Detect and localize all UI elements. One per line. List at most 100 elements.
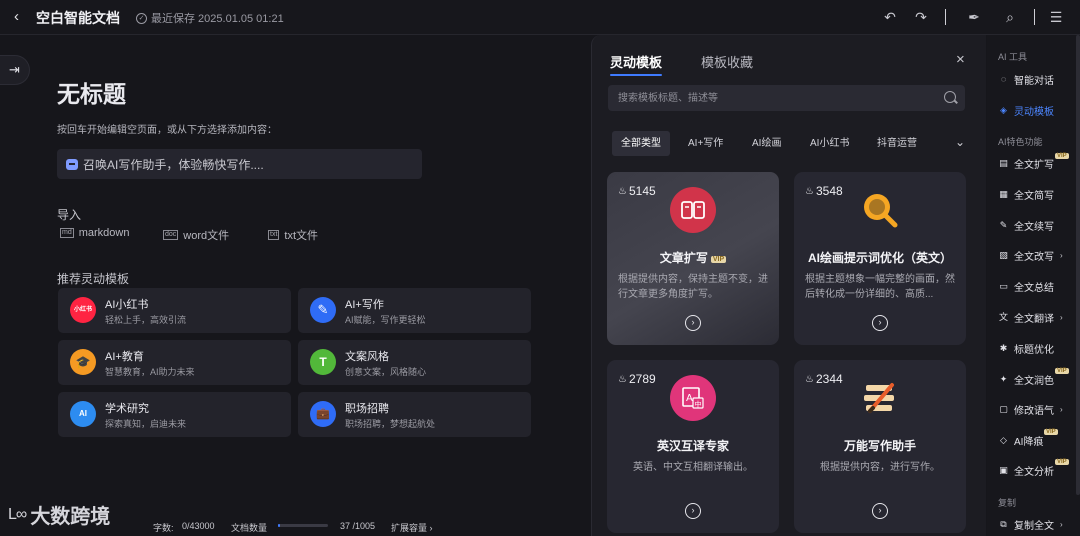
card-title-text: 英汉互译专家: [656, 439, 729, 453]
doc-count-progress: [278, 524, 328, 527]
title-icon: ✱: [999, 342, 1008, 353]
translate-icon: 文: [998, 311, 1008, 322]
template-card-recruitment[interactable]: 💼 职场招聘 职场招聘，梦想起航处: [298, 392, 531, 437]
rail-item-ai-reduce[interactable]: ◇ AI降痕: [998, 431, 1043, 449]
sidebar-toggle-icon[interactable]: ⇥: [0, 55, 30, 85]
fire-icon: ♨: [805, 373, 814, 385]
rail-item-copy-all[interactable]: ⧉ 复制全文 ›: [998, 515, 1063, 533]
import-markdown[interactable]: md markdown: [60, 227, 129, 239]
pen-icon[interactable]: ✒: [965, 8, 983, 26]
category-ai-writing[interactable]: AI+写作: [679, 131, 732, 156]
template-card-article-expand[interactable]: ♨ 5145 文章扩写 VIP 根据提供内容，保持主题不变，进行文章更多角度扩写。 …: [607, 172, 779, 345]
heat-value: 3548: [815, 184, 843, 198]
rail-item-label: 全文续写: [1014, 221, 1054, 233]
doc-count-progress-fill: [278, 524, 280, 527]
rail-item-label: 全文简写: [1014, 190, 1054, 202]
category-douyin[interactable]: 抖音运营: [868, 131, 926, 156]
rail-item-smart-chat[interactable]: ◌ 智能对话: [998, 70, 1054, 88]
text-style-icon: T: [310, 349, 336, 375]
copy-icon: ⧉: [1000, 518, 1007, 529]
svg-text:中: 中: [695, 400, 702, 409]
arrow-right-circle-icon[interactable]: ›: [872, 503, 888, 519]
document-title[interactable]: 空白智能文档: [36, 8, 120, 28]
rail-item-continue[interactable]: ✎ 全文续写: [998, 216, 1054, 234]
page-title[interactable]: 无标题: [57, 75, 126, 109]
arrow-right-circle-icon[interactable]: ›: [685, 503, 701, 519]
template-card-ai-painting-prompt[interactable]: ♨ 3548 AI绘画提示词优化（英文） 根据主题想象一幅完整的画面，然后转化成一…: [794, 172, 966, 345]
rail-item-expand[interactable]: ▤ 全文扩写: [998, 154, 1054, 172]
arrow-right-circle-icon[interactable]: ›: [872, 315, 888, 331]
import-label: markdown: [78, 227, 130, 239]
redo-icon[interactable]: ↷: [912, 8, 930, 26]
chevron-left-icon[interactable]: ‹: [14, 9, 28, 25]
vip-badge: VIP: [1055, 368, 1069, 374]
expand-capacity-link[interactable]: 扩展容量 ›: [391, 521, 433, 534]
template-search-input[interactable]: [608, 85, 928, 111]
rail-item-tone[interactable]: ▢ 修改语气 ›: [998, 400, 1062, 418]
word-count-label: 字数:: [153, 523, 174, 533]
find-replace-icon[interactable]: ⌕: [1001, 8, 1019, 26]
import-txt[interactable]: txt txt文件: [268, 227, 318, 243]
template-card-academic[interactable]: AI 学术研究 探索真知，启迪未来: [58, 392, 291, 437]
rail-scrollbar[interactable]: [1076, 35, 1080, 495]
rail-item-analysis[interactable]: ▣ 全文分析: [998, 461, 1054, 479]
logo-mark-icon: L∞: [8, 505, 27, 523]
import-word[interactable]: doc word文件: [163, 227, 229, 243]
undo-icon[interactable]: ↶: [881, 8, 899, 26]
rail-item-polish[interactable]: ✦ 全文润色: [998, 370, 1054, 388]
category-all[interactable]: 全部类型: [612, 131, 670, 156]
tab-dynamic-templates[interactable]: 灵动模板: [610, 52, 663, 76]
template-name: 职场招聘: [345, 403, 389, 415]
xiaohongshu-icon: 小红书: [70, 297, 96, 323]
word-count: 0/43000: [182, 521, 215, 531]
category-ai-painting[interactable]: AI绘画: [743, 131, 790, 156]
template-card-copy-style[interactable]: T 文案风格 创意文案，风格随心: [298, 340, 531, 385]
expand-icon: ▤: [999, 157, 1008, 168]
graduation-cap-icon: 🎓: [70, 349, 96, 375]
rail-item-label: 全文改写: [1014, 251, 1054, 263]
rewrite-icon: ▧: [999, 249, 1008, 260]
template-name: AI+写作: [345, 299, 384, 311]
card-desc: 根据提供内容，进行写作。: [820, 462, 940, 473]
tab-template-favorites[interactable]: 模板收藏: [701, 52, 753, 71]
category-ai-xiaohongshu[interactable]: AI小红书: [801, 131, 858, 156]
template-card-ai-education[interactable]: 🎓 AI+教育 智慧教育，AI助力未来: [58, 340, 291, 385]
rail-item-shorten[interactable]: ▦ 全文简写: [998, 185, 1054, 203]
chevron-right-icon: ›: [1060, 519, 1063, 529]
ai-prompt-text: 召唤AI写作助手，体验畅快写作....: [83, 157, 264, 172]
ai-writing-assistant-prompt[interactable]: 召唤AI写作助手，体验畅快写作....: [57, 149, 422, 179]
arrow-right-circle-icon[interactable]: ›: [685, 315, 701, 331]
logo-text: 大数跨境: [30, 506, 111, 528]
doc-count-label: 文档数量: [231, 523, 268, 533]
rail-group-ai-tools: AI 工具: [998, 52, 1028, 62]
template-card-translator[interactable]: ♨ 2789 A中 英汉互译专家 英语、中文互相翻译输出。 ›: [607, 360, 779, 533]
rail-item-rewrite[interactable]: ▧ 全文改写 ›: [998, 246, 1062, 264]
heat-count: ♨ 5145: [618, 184, 656, 198]
rail-item-label: 全文翻译: [1014, 313, 1054, 325]
rail-item-title-optimize[interactable]: ✱ 标题优化: [998, 339, 1054, 357]
close-icon[interactable]: ×: [956, 51, 965, 68]
rail-item-dynamic-templates[interactable]: ◈ 灵动模板: [998, 101, 1054, 119]
doc-count: 37 /1005: [340, 521, 376, 531]
rail-item-label: 全文总结: [1014, 282, 1054, 294]
heat-count: ♨ 2344: [805, 372, 843, 386]
template-card-ai-writing[interactable]: ✎ AI+写作 AI赋能，写作更轻松: [298, 288, 531, 333]
double-chevron-down-icon[interactable]: ⌄: [955, 135, 965, 149]
rail-item-summary[interactable]: ▭ 全文总结: [998, 277, 1054, 295]
hamburger-menu-icon[interactable]: ☰: [1047, 8, 1065, 26]
search-icon[interactable]: [944, 91, 956, 103]
template-card-xiaohongshu[interactable]: 小红书 AI小红书 轻松上手，高效引流: [58, 288, 291, 333]
card-title: 万能写作助手: [794, 437, 966, 454]
polish-icon: ✦: [999, 373, 1008, 384]
rail-group-ai-features: AI特色功能: [998, 137, 1043, 147]
rail-item-label: 标题优化: [1014, 344, 1054, 356]
import-label: word文件: [183, 230, 230, 242]
writing-icon: ✎: [310, 297, 336, 323]
heat-value: 5145: [628, 184, 656, 198]
rail-item-translate[interactable]: 文全文翻译 ›: [998, 308, 1063, 326]
rail-item-label: 智能对话: [1014, 75, 1054, 87]
fire-icon: ♨: [618, 185, 627, 197]
template-card-writing-assistant[interactable]: ♨ 2344 万能写作助手 根据提供内容，进行写作。 ›: [794, 360, 966, 533]
template-desc: 创意文案，风格随心: [345, 367, 427, 377]
eraser-icon: ◇: [1000, 434, 1007, 445]
